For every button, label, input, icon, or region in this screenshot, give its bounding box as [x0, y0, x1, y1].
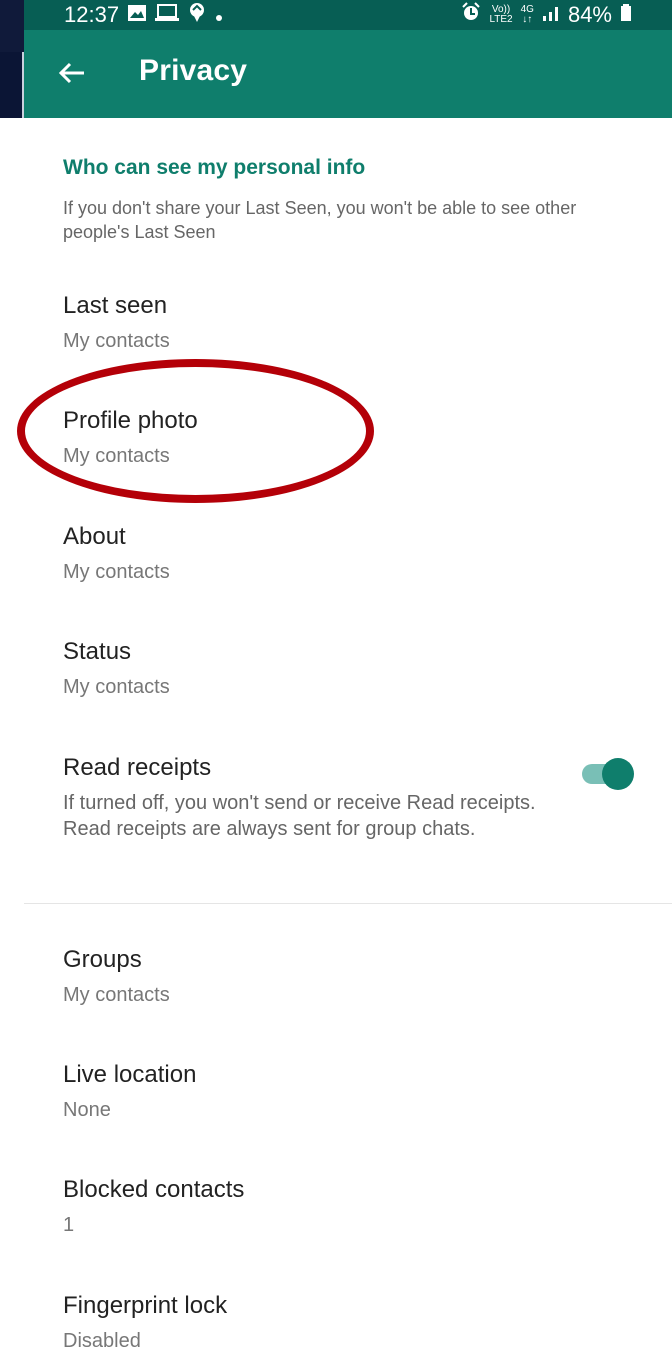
- setting-value: My contacts: [63, 676, 170, 698]
- app-bar: Privacy: [24, 30, 672, 118]
- setting-value: My contacts: [63, 330, 170, 352]
- setting-value: My contacts: [63, 561, 170, 583]
- left-background-strip: [0, 0, 24, 118]
- section-description: If you don't share your Last Seen, you w…: [63, 198, 577, 242]
- blocked-contacts-setting[interactable]: Blocked contacts 1: [63, 1176, 563, 1238]
- setting-title: Read receipts: [63, 754, 212, 781]
- toggle-knob: [602, 758, 634, 790]
- photo-icon: [127, 2, 147, 28]
- 4g-icon: 4G ↓↑: [521, 5, 534, 25]
- setting-title: About: [63, 523, 126, 550]
- status-right: Vo)) LTE2 4G ↓↑ 84%: [461, 0, 632, 30]
- setting-title: Last seen: [63, 292, 168, 319]
- setting-title: Fingerprint lock: [63, 1292, 228, 1319]
- signal-icon: [542, 2, 560, 28]
- volte-icon: Vo)) LTE2: [489, 5, 512, 25]
- highlight-circle: [17, 359, 374, 503]
- divider: [24, 903, 672, 904]
- setting-title: Status: [63, 638, 132, 665]
- setting-value: None: [63, 1099, 111, 1121]
- app-icon: [187, 2, 207, 28]
- data-arrows-icon: ↓↑: [522, 14, 533, 25]
- read-receipts-setting[interactable]: Read receipts If turned off, you won't s…: [63, 754, 553, 842]
- setting-title: Groups: [63, 946, 142, 973]
- page-title: Privacy: [139, 54, 248, 87]
- setting-description: If turned off, you won't send or receive…: [63, 792, 536, 840]
- setting-value: My contacts: [63, 984, 170, 1006]
- setting-value: 1: [63, 1214, 75, 1236]
- status-left: 12:37: [64, 0, 223, 30]
- left-background-strip-inner: [0, 52, 24, 118]
- alarm-icon: [461, 2, 481, 28]
- battery-percent: 84%: [567, 2, 612, 27]
- volte-bottom-text: LTE2: [489, 14, 513, 25]
- section-title: Who can see my personal info: [63, 156, 366, 179]
- last-seen-setting[interactable]: Last seen My contacts: [63, 292, 563, 354]
- laptop-icon: [155, 2, 180, 28]
- battery-icon: [620, 2, 632, 28]
- back-arrow-icon[interactable]: [54, 56, 88, 90]
- status-bar: 12:37 Vo)) LTE2 4G ↓↑ 84%: [24, 0, 672, 30]
- setting-title: Live location: [63, 1061, 197, 1088]
- groups-setting[interactable]: Groups My contacts: [63, 946, 563, 1008]
- setting-value: Disabled: [63, 1330, 141, 1352]
- about-setting[interactable]: About My contacts: [63, 523, 563, 585]
- status-setting[interactable]: Status My contacts: [63, 638, 563, 700]
- fingerprint-lock-setting[interactable]: Fingerprint lock Disabled: [63, 1292, 563, 1354]
- setting-title: Blocked contacts: [63, 1176, 245, 1203]
- clock: 12:37: [64, 2, 120, 27]
- read-receipts-toggle[interactable]: [582, 758, 634, 790]
- dot-icon: [215, 2, 223, 28]
- live-location-setting[interactable]: Live location None: [63, 1061, 563, 1123]
